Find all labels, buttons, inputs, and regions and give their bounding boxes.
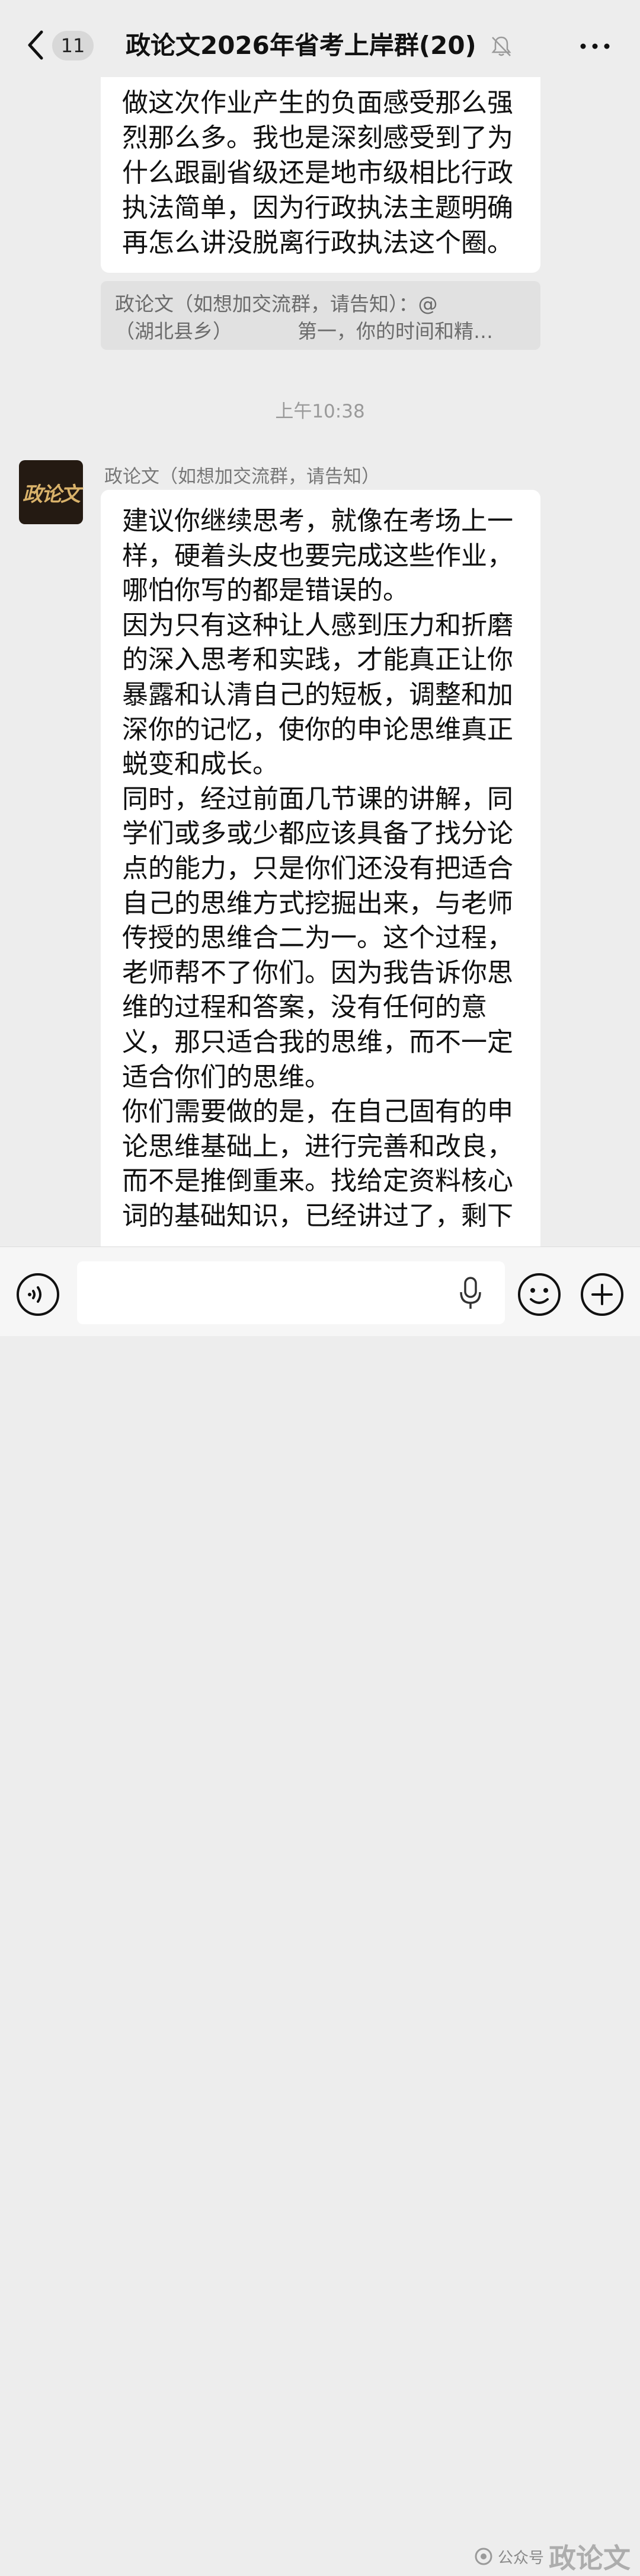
sender-name: 政论文（如想加交流群，请告知） [104, 466, 380, 487]
watermark-brand: 政论文 [549, 2542, 631, 2574]
input-bar: 公众号 政论文 [0, 1246, 640, 2574]
watermark-label: 公众号 [498, 2549, 545, 2567]
message-text: 建议你继续思考，就像在考场上一 样，硬着头皮也要完成这些作业， 哪怕你写的都是错… [122, 506, 513, 1231]
quote-line-2: （湖北县乡） 第一，你的时间和精… [115, 318, 526, 345]
back-chevron-icon[interactable] [24, 27, 53, 63]
previous-message-bubble[interactable]: 做这次作业产生的负面感受那么强 烈那么多。我也是深刻感受到了为 什么跟副省级还是… [101, 77, 540, 273]
quote-line-1: 政论文（如想加交流群，请告知）：@ [115, 292, 438, 315]
mic-icon[interactable] [457, 1276, 484, 1311]
plus-icon[interactable] [580, 1272, 625, 1317]
chat-title[interactable]: 政论文2026年省考上岸群(20) [126, 26, 481, 65]
wechat-official-account-icon [475, 2548, 492, 2565]
chat-header: 11 政论文2026年省考上岸群(20) [0, 0, 640, 89]
message-input[interactable] [77, 1261, 505, 1324]
avatar[interactable]: 政论文 [19, 460, 83, 524]
emoji-icon[interactable] [517, 1272, 562, 1317]
voice-icon[interactable] [15, 1272, 60, 1317]
timestamp: 上午10:38 [275, 401, 365, 422]
unread-count-badge[interactable]: 11 [52, 31, 94, 60]
mute-bell-icon [491, 36, 511, 56]
quote-group-name: （湖北县乡） [115, 320, 232, 343]
quoted-reply[interactable]: 政论文（如想加交流群，请告知）：@ （湖北县乡） 第一，你的时间和精… [101, 281, 540, 350]
message-bubble[interactable]: 建议你继续思考，就像在考场上一 样，硬着头皮也要完成这些作业， 哪怕你写的都是错… [101, 490, 540, 1249]
previous-message-text: 做这次作业产生的负面感受那么强 烈那么多。我也是深刻感受到了为 什么跟副省级还是… [122, 88, 513, 258]
watermark: 公众号 政论文 [474, 2539, 631, 2574]
quote-excerpt: 第一，你的时间和精… [297, 320, 493, 343]
more-icon[interactable] [578, 39, 612, 53]
avatar-logo: 政论文 [23, 482, 81, 506]
